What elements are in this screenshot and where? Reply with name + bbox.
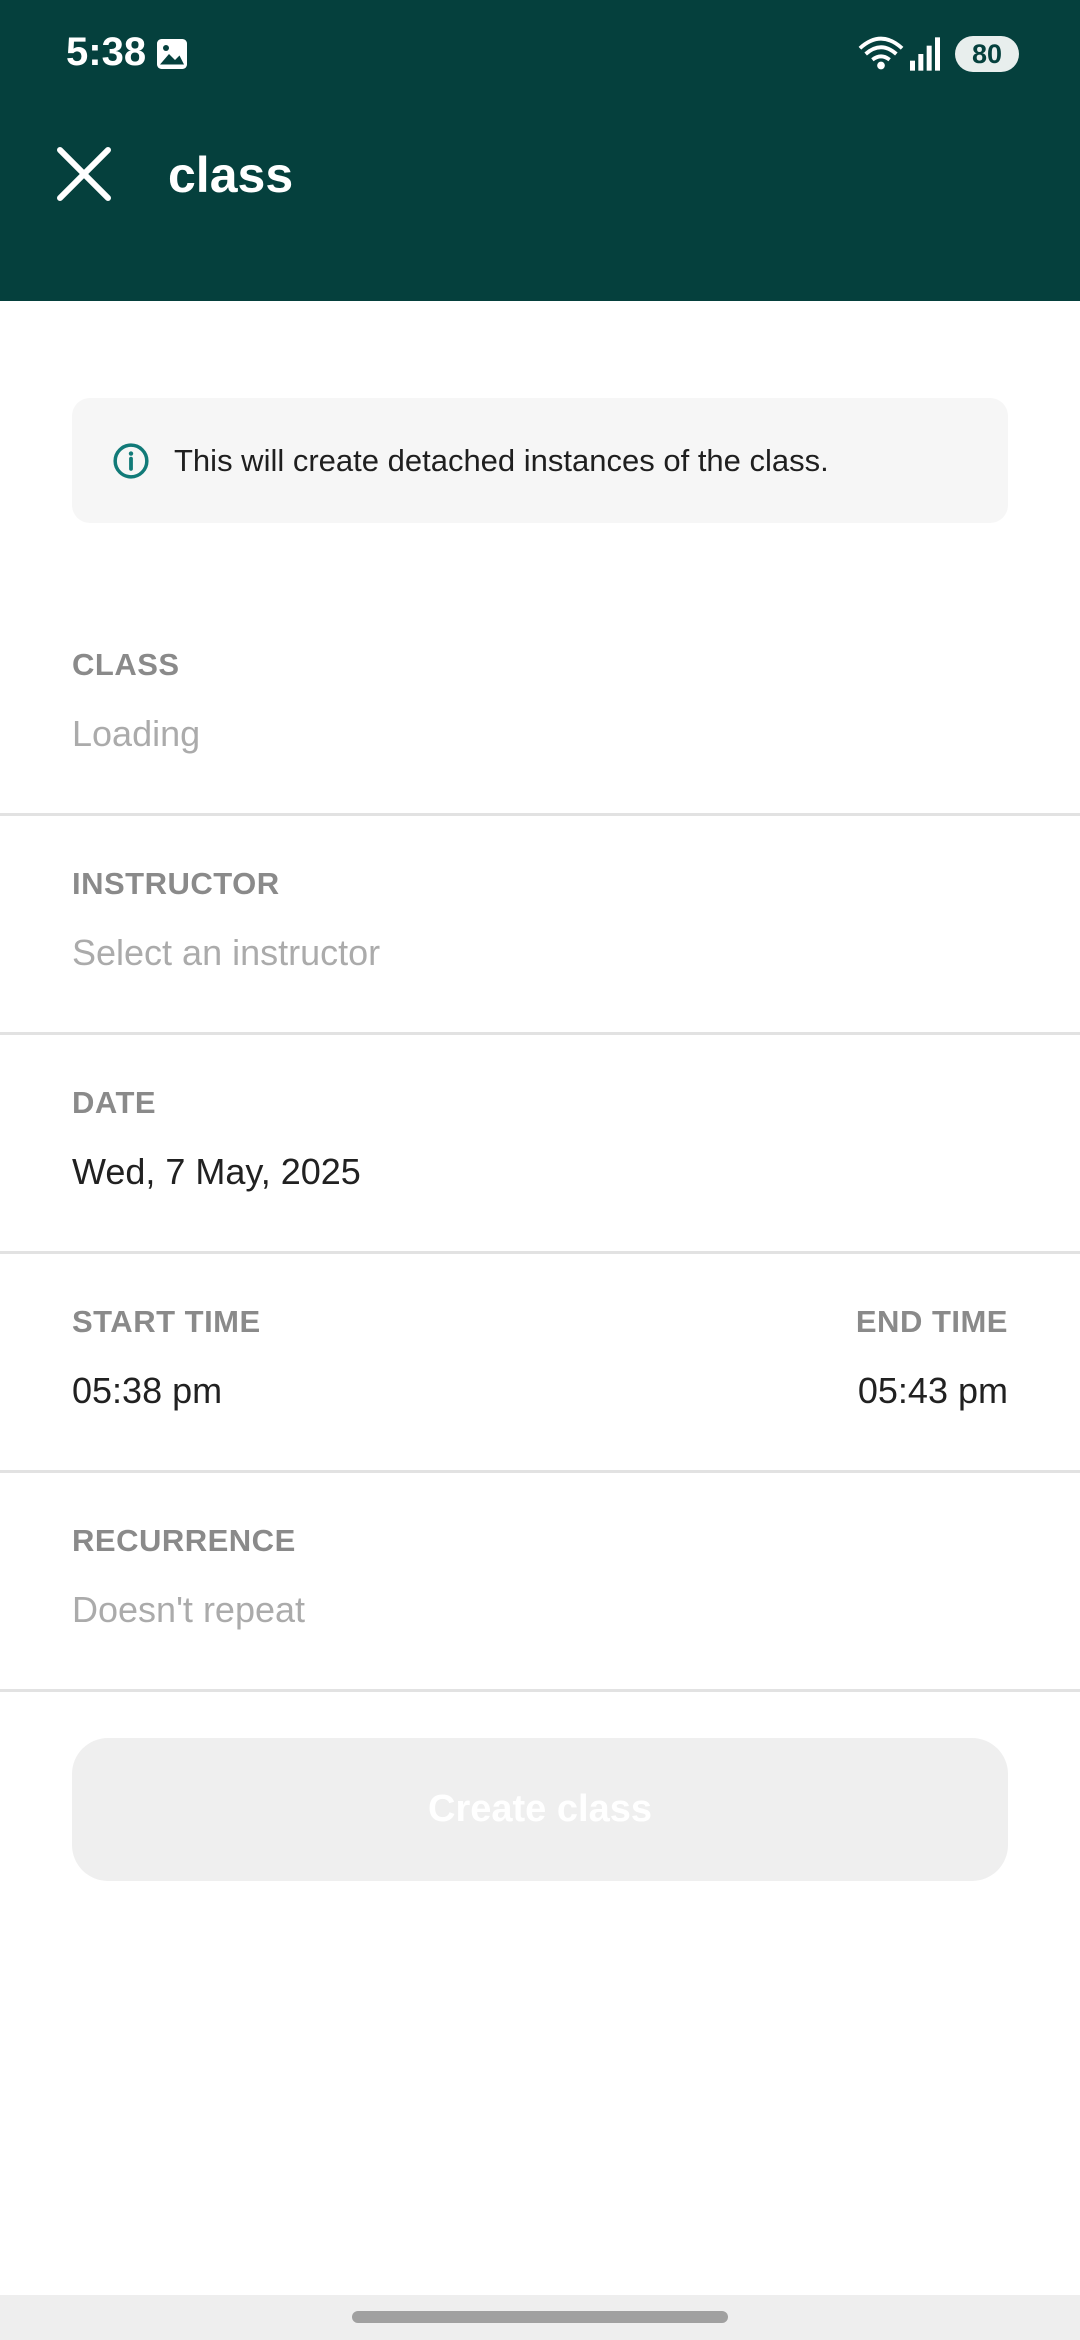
recurrence-field[interactable]: RECURRENCE Doesn't repeat [0,1473,1080,1692]
date-value: Wed, 7 May, 2025 [72,1151,361,1192]
date-label: DATE [72,1085,157,1120]
info-text: This will create detached instances of t… [174,442,829,478]
start-time-field[interactable]: START TIME 05:38 pm [0,1254,540,1470]
end-time-field[interactable]: END TIME 05:43 pm [540,1254,1080,1470]
start-time-value: 05:38 pm [72,1370,223,1411]
start-time-label: START TIME [72,1304,261,1339]
end-time-value: 05:43 pm [857,1370,1008,1411]
page-title: class [168,147,294,203]
navigation-bar [0,2295,1080,2340]
home-indicator[interactable] [352,2311,728,2323]
recurrence-label: RECURRENCE [72,1523,296,1558]
date-field[interactable]: DATE Wed, 7 May, 2025 [0,1035,1080,1254]
status-time: 5:38 [66,30,147,74]
status-bar: 5:38 80 [0,0,1080,110]
instructor-placeholder: Select an instructor [72,932,381,973]
create-class-button[interactable]: Create class [72,1738,1008,1881]
class-value: Loading [72,713,201,754]
recurrence-value: Doesn't repeat [72,1589,306,1630]
instructor-label: INSTRUCTOR [72,866,280,901]
info-icon [113,442,149,479]
info-banner: This will create detached instances of t… [72,398,1008,523]
instructor-field[interactable]: INSTRUCTOR Select an instructor [0,816,1080,1035]
signal-icon [910,37,940,71]
class-label: CLASS [72,647,180,682]
wifi-icon [858,36,904,70]
end-time-label: END TIME [855,1304,1008,1339]
close-button[interactable] [40,130,128,218]
app-header: 5:38 80 class [0,0,1080,301]
close-icon [57,147,111,201]
time-row: START TIME 05:38 pm END TIME 05:43 pm [0,1254,1080,1473]
class-field[interactable]: CLASS Loading [0,597,1080,816]
battery-indicator: 80 [955,36,1019,72]
gallery-icon [157,39,187,69]
